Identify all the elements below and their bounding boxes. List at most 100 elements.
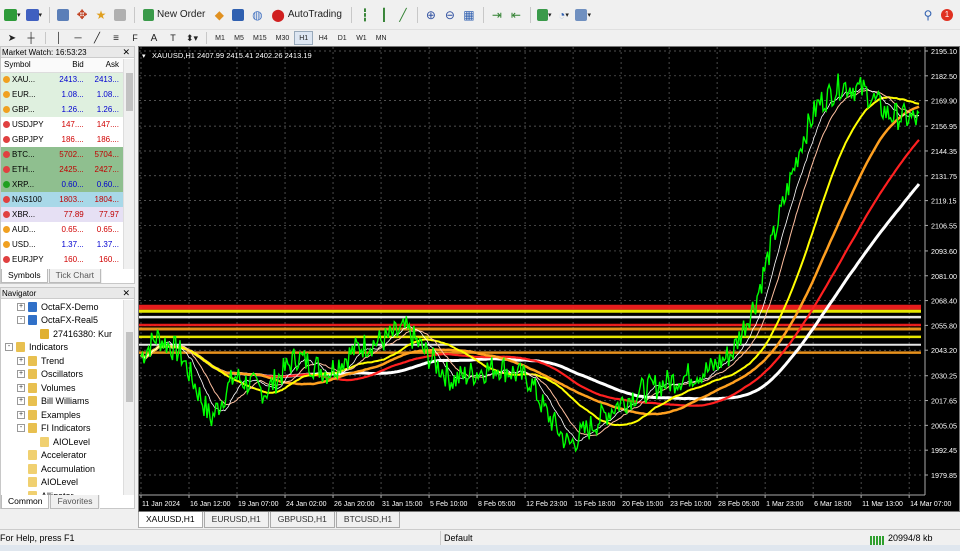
navigator-item[interactable]: 27416380: Kur	[29, 327, 112, 340]
timeframe-h4[interactable]: H4	[314, 31, 332, 45]
indicators-button[interactable]: ▾	[535, 6, 554, 24]
column-header-bid[interactable]: Bid	[52, 58, 88, 73]
timeframe-m30[interactable]: M30	[272, 31, 294, 45]
terminal-button[interactable]	[229, 6, 247, 24]
bar-chart-button[interactable]: ┇	[356, 6, 374, 24]
navigator-item[interactable]: Accelerator	[17, 449, 87, 462]
autotrading-icon: ⬤	[271, 7, 285, 22]
timeframe-d1[interactable]: D1	[333, 31, 351, 45]
tab-favorites[interactable]: Favorites	[50, 495, 100, 509]
horizontal-line-button[interactable]: ─	[69, 31, 87, 45]
timeframe-mn[interactable]: MN	[372, 31, 391, 45]
market-watch-row[interactable]: EURJPY 160... 160...	[1, 252, 123, 267]
navigator-item[interactable]: + Oscillators	[17, 368, 83, 381]
arrows-button[interactable]: ⬍▾	[183, 31, 201, 45]
templates-button[interactable]: ▾	[573, 6, 593, 24]
collapse-icon[interactable]: -	[17, 424, 25, 432]
navigator-item[interactable]: + Examples	[17, 408, 81, 421]
market-watch-row[interactable]: XBR... 77.89 77.97	[1, 207, 123, 222]
market-watch-row[interactable]: XRP... 0.60... 0.60...	[1, 177, 123, 192]
crosshair-tool-button[interactable]: ✥	[73, 6, 91, 24]
expand-icon[interactable]: +	[17, 302, 25, 311]
auto-scroll-button[interactable]: ⇥	[488, 6, 506, 24]
market-watch-row[interactable]: NAS100 1803... 1804...	[1, 192, 123, 207]
navigator-item[interactable]: + OctaFX-Demo	[17, 300, 99, 313]
navigator-item[interactable]: + Bill Williams	[17, 395, 89, 408]
candlestick-button[interactable]: ┃	[375, 6, 393, 24]
expand-icon[interactable]: +	[17, 383, 25, 392]
chart-tab-btcusd[interactable]: BTCUSD,H1	[335, 512, 401, 528]
market-watch-scrollbar[interactable]	[123, 59, 134, 269]
new-order-button[interactable]: New Order	[139, 6, 209, 24]
expand-icon[interactable]: +	[17, 356, 25, 365]
scrollbar-thumb[interactable]	[126, 73, 133, 111]
vertical-line-button[interactable]: │	[50, 31, 68, 45]
navigator-item[interactable]: + Volumes	[17, 381, 76, 394]
cursor-button[interactable]: ➤	[3, 31, 21, 45]
market-watch-row[interactable]: ETH... 2425... 2427...	[1, 162, 123, 177]
market-watch-row[interactable]: USD... 1.37... 1.37...	[1, 237, 123, 252]
tab-tick-chart[interactable]: Tick Chart	[48, 269, 102, 283]
navigator-item[interactable]: - OctaFX-Real5	[17, 314, 98, 327]
chart-shift-button[interactable]: ⇤	[507, 6, 525, 24]
navigator-button[interactable]: ★	[92, 6, 110, 24]
autotrading-button[interactable]: ⬤ AutoTrading	[267, 6, 346, 24]
zoom-out-button[interactable]: ⊖	[441, 6, 459, 24]
fibonacci-button[interactable]: F	[126, 31, 144, 45]
close-icon[interactable]: ✕	[122, 47, 130, 58]
market-watch-row[interactable]: EUR... 1.08... 1.08...	[1, 87, 123, 102]
channel-button[interactable]: ≡	[107, 31, 125, 45]
timeframe-m15[interactable]: M15	[249, 31, 271, 45]
crosshair-button[interactable]: ┼	[22, 31, 40, 45]
navigator-item[interactable]: AIOLevel	[17, 476, 78, 489]
price-chart[interactable]: 2195.10 2182.50 2169.90 2156.95 2144.35 2131.…	[139, 47, 959, 511]
tab-common[interactable]: Common	[1, 495, 50, 509]
navigator-scrollbar[interactable]	[123, 300, 134, 495]
close-icon[interactable]: ✕	[122, 288, 130, 299]
timeframe-m5[interactable]: M5	[230, 31, 248, 45]
timeframe-m1[interactable]: M1	[211, 31, 229, 45]
collapse-icon[interactable]: -	[5, 343, 13, 351]
navigator-item[interactable]: - Indicators	[5, 341, 68, 354]
chart-tab-eurusd[interactable]: EURUSD,H1	[203, 512, 269, 528]
expand-icon[interactable]: +	[17, 397, 25, 405]
navigator-item[interactable]: AIOLevel	[29, 435, 90, 448]
zoom-in-button[interactable]: ⊕	[422, 6, 440, 24]
navigator-item[interactable]: - FI Indicators	[17, 422, 91, 435]
expand-icon[interactable]: +	[17, 410, 25, 419]
chart-tab-xauusd[interactable]: XAUUSD,H1	[138, 512, 203, 528]
chart-window[interactable]: 2195.10 2182.50 2169.90 2156.95 2144.35 2131.…	[138, 46, 960, 512]
tile-windows-button[interactable]: ▦	[460, 6, 478, 24]
market-watch-button[interactable]	[54, 6, 72, 24]
zoom-in-icon: ⊕	[425, 7, 436, 22]
column-header-symbol[interactable]: Symbol	[1, 58, 53, 73]
signals-button[interactable]: ◍	[248, 6, 266, 24]
text-button[interactable]: A	[145, 31, 163, 45]
profiles-button[interactable]: ▾	[24, 6, 45, 24]
market-watch-row[interactable]: GBP... 1.26... 1.26...	[1, 102, 123, 117]
market-watch-row[interactable]: AUD... 0.65... 0.65...	[1, 222, 123, 237]
navigator-item[interactable]: + Trend	[17, 354, 64, 367]
new-chart-button[interactable]: ▾	[2, 6, 23, 24]
scrollbar-thumb[interactable]	[126, 332, 133, 402]
column-header-ask[interactable]: Ask	[87, 58, 123, 73]
timeframe-w1[interactable]: W1	[352, 31, 371, 45]
trendline-button[interactable]: ╱	[88, 31, 106, 45]
periods-button[interactable]: ◔ ▾	[554, 6, 572, 24]
text-label-button[interactable]: T	[164, 31, 182, 45]
chart-tab-gbpusd[interactable]: GBPUSD,H1	[269, 512, 335, 528]
navigator-item[interactable]: Accumulation	[17, 462, 95, 475]
market-watch-row[interactable]: BTC... 5702... 5704...	[1, 147, 123, 162]
timeframe-h1[interactable]: H1	[294, 31, 314, 45]
notifications-button[interactable]: 1	[938, 6, 956, 24]
strategy-tester-button[interactable]	[111, 6, 129, 24]
market-watch-row[interactable]: XAU... 2413... 2413...	[1, 72, 123, 87]
line-chart-button[interactable]: ╱	[394, 6, 412, 24]
collapse-icon[interactable]: -	[17, 316, 25, 324]
tab-symbols[interactable]: Symbols	[1, 269, 48, 283]
search-button[interactable]: ⚲	[919, 6, 937, 24]
expand-icon[interactable]: +	[17, 370, 25, 378]
market-watch-row[interactable]: GBPJPY 186.... 186....	[1, 132, 123, 147]
metaeditor-button[interactable]: ◆	[210, 6, 228, 24]
market-watch-row[interactable]: USDJPY 147.... 147....	[1, 117, 123, 132]
